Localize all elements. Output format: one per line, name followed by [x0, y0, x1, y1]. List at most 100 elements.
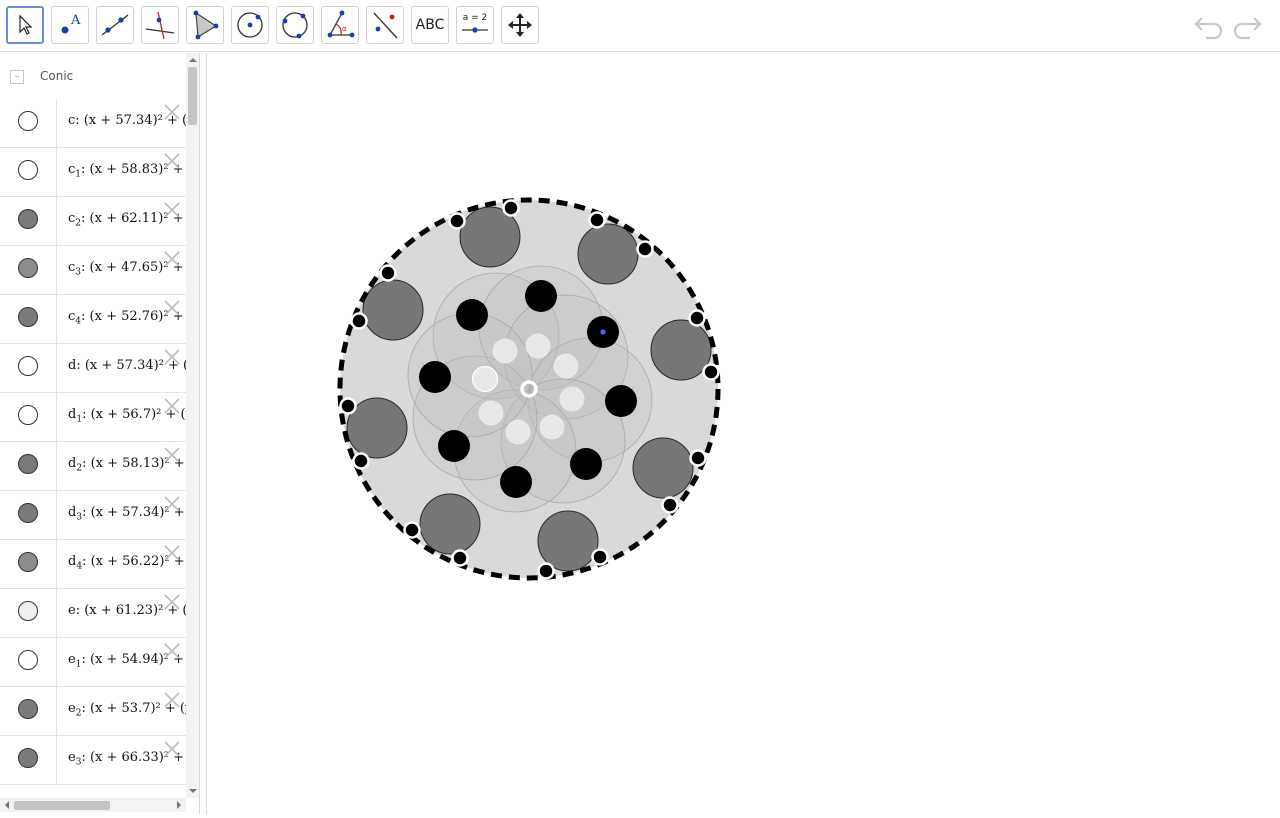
- visibility-marble-icon[interactable]: [18, 307, 38, 327]
- boundary-point[interactable]: [448, 212, 466, 230]
- outer-gray-circle[interactable]: [632, 437, 694, 499]
- algebra-row[interactable]: d1: (x + 56.7)² + (y: [0, 393, 186, 442]
- algebra-row[interactable]: c2: (x + 62.11)² + (: [0, 197, 186, 246]
- visibility-marble-icon[interactable]: [18, 601, 38, 621]
- visibility-toggle[interactable]: [0, 246, 57, 294]
- algebra-row[interactable]: d3: (x + 57.34)² + (: [0, 491, 186, 540]
- delete-icon[interactable]: [162, 543, 182, 563]
- visibility-marble-icon[interactable]: [18, 748, 38, 768]
- redo-button[interactable]: [1232, 12, 1262, 44]
- inner-light-circle[interactable]: [525, 333, 551, 359]
- visibility-toggle[interactable]: [0, 687, 57, 735]
- boundary-point[interactable]: [403, 521, 421, 539]
- delete-icon[interactable]: [162, 641, 182, 661]
- inner-light-circle[interactable]: [553, 353, 579, 379]
- boundary-point[interactable]: [451, 549, 469, 567]
- graphics-canvas[interactable]: [207, 53, 1280, 814]
- delete-icon[interactable]: [162, 690, 182, 710]
- inner-light-circle[interactable]: [492, 338, 518, 364]
- collapse-group-button[interactable]: –: [10, 70, 24, 84]
- outer-gray-circle[interactable]: [419, 493, 481, 555]
- outer-gray-circle[interactable]: [537, 510, 599, 572]
- algebra-row[interactable]: c3: (x + 47.65)² + (: [0, 246, 186, 295]
- inner-black-circle[interactable]: [438, 430, 470, 462]
- visibility-toggle[interactable]: [0, 589, 57, 637]
- outer-gray-circle[interactable]: [650, 319, 712, 381]
- inner-black-circle[interactable]: [525, 280, 557, 312]
- boundary-point[interactable]: [339, 397, 357, 415]
- algebra-row[interactable]: e2: (x + 53.7)² + (y: [0, 687, 186, 736]
- visibility-toggle[interactable]: [0, 442, 57, 490]
- boundary-point[interactable]: [379, 264, 397, 282]
- inner-black-circle[interactable]: [570, 448, 602, 480]
- inner-light-circle[interactable]: [478, 400, 504, 426]
- visibility-marble-icon[interactable]: [18, 111, 38, 131]
- algebra-row[interactable]: d: (x + 57.34)² + (y: [0, 344, 186, 393]
- inner-black-circle[interactable]: [456, 299, 488, 331]
- horizontal-scroll-thumb[interactable]: [14, 801, 110, 810]
- inner-black-circle[interactable]: [419, 361, 451, 393]
- boundary-point[interactable]: [702, 363, 720, 381]
- algebra-row[interactable]: e3: (x + 66.33)² + (: [0, 736, 186, 785]
- visibility-marble-icon[interactable]: [18, 160, 38, 180]
- scroll-up-icon[interactable]: [186, 55, 200, 65]
- delete-icon[interactable]: [162, 151, 182, 171]
- text-tool-button[interactable]: ABC: [411, 6, 449, 44]
- inner-light-circle[interactable]: [471, 365, 499, 393]
- visibility-marble-icon[interactable]: [18, 356, 38, 376]
- delete-icon[interactable]: [162, 298, 182, 318]
- visibility-marble-icon[interactable]: [18, 258, 38, 278]
- boundary-point[interactable]: [588, 211, 606, 229]
- circle-three-points-tool-button[interactable]: [276, 6, 314, 44]
- horizontal-scrollbar[interactable]: [0, 798, 186, 812]
- algebra-row[interactable]: c4: (x + 52.76)² + (: [0, 295, 186, 344]
- inner-black-circle[interactable]: [500, 466, 532, 498]
- visibility-toggle[interactable]: [0, 344, 57, 392]
- delete-icon[interactable]: [162, 445, 182, 465]
- boundary-point[interactable]: [689, 449, 707, 467]
- delete-icon[interactable]: [162, 494, 182, 514]
- algebra-row[interactable]: d2: (x + 58.13)² + (: [0, 442, 186, 491]
- visibility-toggle[interactable]: [0, 148, 57, 196]
- move-graphics-view-tool-button[interactable]: [501, 6, 539, 44]
- delete-icon[interactable]: [162, 347, 182, 367]
- delete-icon[interactable]: [162, 592, 182, 612]
- visibility-toggle[interactable]: [0, 491, 57, 539]
- boundary-point[interactable]: [661, 496, 679, 514]
- inner-black-circle[interactable]: [605, 385, 637, 417]
- visibility-toggle[interactable]: [0, 736, 57, 784]
- inner-light-circle[interactable]: [539, 414, 565, 440]
- visibility-toggle[interactable]: [0, 295, 57, 343]
- visibility-toggle[interactable]: [0, 393, 57, 441]
- undo-button[interactable]: [1194, 12, 1224, 44]
- slider-tool-button[interactable]: a = 2: [456, 6, 494, 44]
- angle-tool-button[interactable]: α: [321, 6, 359, 44]
- visibility-toggle[interactable]: [0, 540, 57, 588]
- boundary-point[interactable]: [636, 240, 654, 258]
- delete-icon[interactable]: [162, 396, 182, 416]
- boundary-point[interactable]: [352, 452, 370, 470]
- visibility-marble-icon[interactable]: [18, 699, 38, 719]
- vertical-scrollbar[interactable]: [186, 53, 200, 798]
- perpendicular-line-tool-button[interactable]: [141, 6, 179, 44]
- point-tool-button[interactable]: A: [51, 6, 89, 44]
- delete-icon[interactable]: [162, 200, 182, 220]
- delete-icon[interactable]: [162, 739, 182, 759]
- boundary-point[interactable]: [688, 309, 706, 327]
- scroll-down-icon[interactable]: [186, 786, 200, 796]
- scroll-right-icon[interactable]: [174, 798, 184, 812]
- move-tool-button[interactable]: [6, 6, 44, 44]
- visibility-toggle[interactable]: [0, 99, 57, 147]
- blue-point[interactable]: [600, 329, 606, 335]
- algebra-row[interactable]: e: (x + 61.23)² + (y: [0, 589, 186, 638]
- boundary-point[interactable]: [591, 548, 609, 566]
- circle-center-point-tool-button[interactable]: [231, 6, 269, 44]
- algebra-row[interactable]: c1: (x + 58.83)² + (: [0, 148, 186, 197]
- visibility-marble-icon[interactable]: [18, 405, 38, 425]
- vertical-scroll-thumb[interactable]: [188, 67, 197, 125]
- graphics-view[interactable]: [207, 53, 1280, 814]
- visibility-marble-icon[interactable]: [18, 503, 38, 523]
- visibility-marble-icon[interactable]: [18, 650, 38, 670]
- line-tool-button[interactable]: [96, 6, 134, 44]
- visibility-marble-icon[interactable]: [18, 209, 38, 229]
